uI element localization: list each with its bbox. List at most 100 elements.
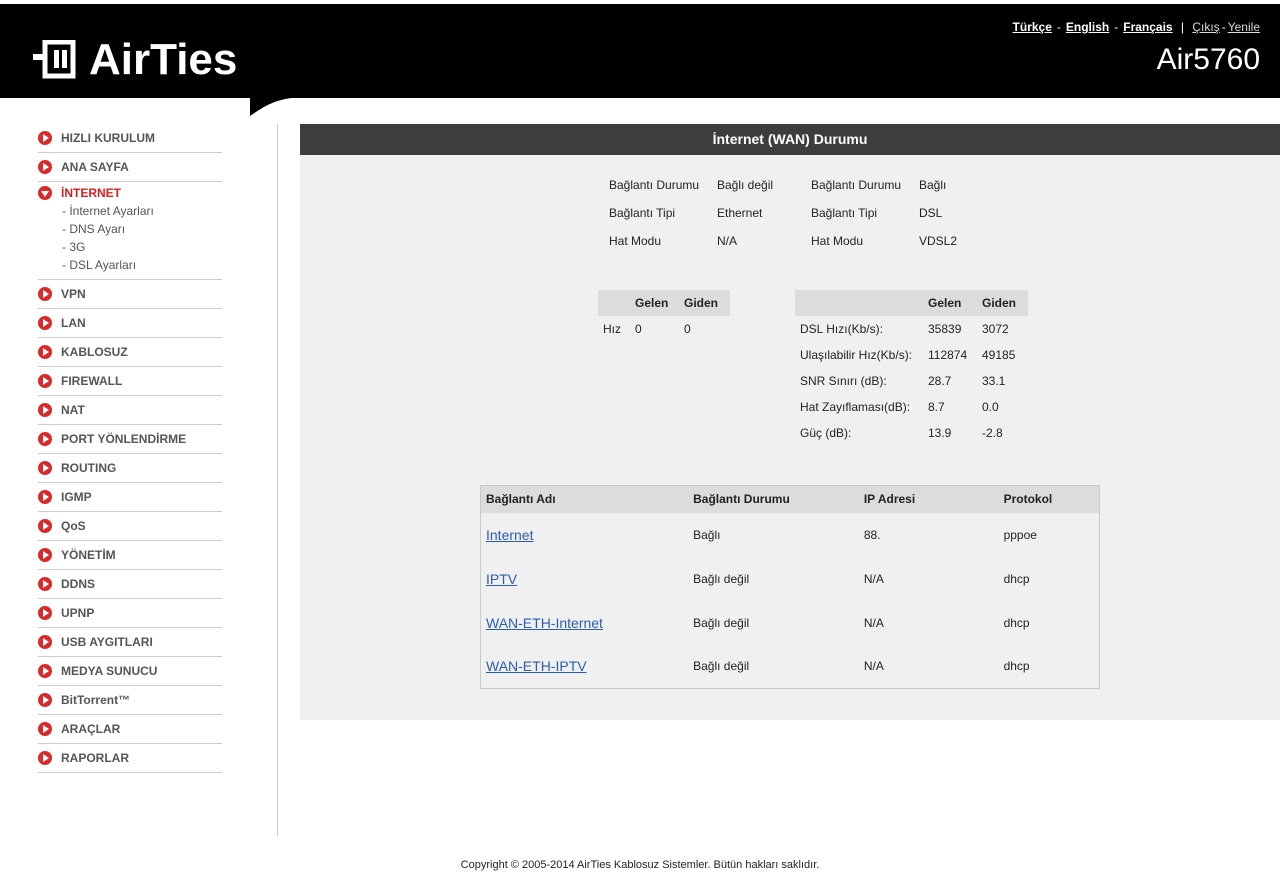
connection-row: WAN-ETH-IPTV Bağlı değil N/A dhcp: [481, 645, 1100, 689]
connection-link-iptv[interactable]: IPTV: [486, 571, 517, 587]
sidebar-item-label: BitTorrent™: [61, 693, 131, 707]
sidebar-item-usb-aygitlari[interactable]: USB AYGITLARI: [38, 628, 222, 657]
sidebar-item-nat[interactable]: NAT: [38, 396, 222, 425]
airties-logo[interactable]: AirTies: [33, 38, 237, 82]
status-row: Bağlantı Tipi Ethernet: [609, 200, 773, 226]
sidebar-item-label: LAN: [61, 316, 86, 330]
copyright-footer: Copyright © 2005-2014 AirTies Kablosuz S…: [460, 859, 820, 871]
chevron-right-circle-icon: [38, 316, 52, 330]
logout-link[interactable]: Çıkış: [1192, 20, 1219, 34]
sidebar-item-row: MEDYA SUNUCU: [38, 664, 157, 678]
sidebar-item-igmp[interactable]: IGMP: [38, 483, 222, 512]
sidebar-nav: HIZLI KURULUM ANA SAYFA İNTERNET - İnternet…: [38, 124, 222, 773]
column-header: Protokol: [998, 485, 1100, 513]
status-value: Bağlı: [919, 178, 947, 192]
sidebar-item-firewall[interactable]: FIREWALL: [38, 367, 222, 396]
chevron-right-circle-icon: [38, 722, 52, 736]
lang-english-link[interactable]: English: [1066, 20, 1109, 34]
refresh-link[interactable]: Yenile: [1228, 20, 1260, 34]
brand-name: AirTies: [89, 35, 238, 84]
sidebar-item-upnp[interactable]: UPNP: [38, 599, 222, 628]
language-bar: Türkçe - English - Français | Çıkış - Yenile: [1012, 20, 1260, 34]
column-header: Gelen: [630, 290, 679, 316]
status-label: Bağlantı Durumu: [811, 178, 902, 192]
status-value: Bağlı değil: [717, 178, 774, 192]
sidebar-item-label: QoS: [61, 519, 86, 533]
dsl-status-table: Bağlantı Durumu Bağlı Bağlantı Tipi DSL Hat …: [809, 170, 959, 256]
sidebar-item-row: ARAÇLAR: [38, 722, 120, 736]
status-label: Bağlantı Tipi: [811, 206, 878, 220]
sidebar-item-ddns[interactable]: DDNS: [38, 570, 222, 599]
sidebar-item-row: USB AYGITLARI: [38, 635, 153, 649]
sidebar-item-port-y-nlendi-rme[interactable]: PORT YÖNLENDİRME: [38, 425, 222, 454]
column-header: [795, 290, 923, 316]
table-cell: Bağlı: [693, 527, 721, 542]
sidebar-item-lan[interactable]: LAN: [38, 309, 222, 338]
sidebar-item-row: DDNS: [38, 577, 95, 591]
table-cell: 35839: [928, 322, 962, 336]
table-cell: dhcp: [1003, 615, 1030, 630]
sidebar-item-row: PORT YÖNLENDİRME: [38, 432, 186, 446]
lang-turkish-link[interactable]: Türkçe: [1013, 20, 1052, 34]
table-cell: 112874: [928, 348, 968, 362]
sidebar-subitem[interactable]: - 3G: [62, 238, 222, 256]
table-row: Ulaşılabilir Hız(Kb/s): 112874 49185: [795, 342, 1028, 368]
table-cell: Güç (dB):: [800, 426, 852, 440]
sidebar-item-label: RAPORLAR: [61, 751, 129, 765]
table-cell: WAN-ETH-Internet: [481, 601, 689, 645]
connection-link-wan-eth-internet[interactable]: WAN-ETH-Internet: [486, 615, 603, 631]
connection-link-internet[interactable]: Internet: [486, 527, 533, 543]
sidebar-item-i-nternet[interactable]: İNTERNET - İnternet Ayarları - DNS Ayarı - …: [38, 182, 222, 280]
table-header-row: Gelen Giden: [795, 290, 1028, 316]
table-cell: 8.7: [928, 400, 945, 414]
sidebar-item-qos[interactable]: QoS: [38, 512, 222, 541]
column-header: [598, 290, 630, 316]
table-cell: N/A: [863, 615, 884, 630]
table-cell: N/A: [863, 571, 884, 586]
connection-row: IPTV Bağlı değil N/A dhcp: [481, 557, 1100, 601]
sidebar-item-kablosuz[interactable]: KABLOSUZ: [38, 338, 222, 367]
chevron-right-circle-icon: [38, 577, 52, 591]
chevron-right-circle-icon: [38, 345, 52, 359]
column-header: Giden: [679, 290, 730, 316]
sidebar-item-routing[interactable]: ROUTING: [38, 454, 222, 483]
connection-row: WAN-ETH-Internet Bağlı değil N/A dhcp: [481, 601, 1100, 645]
connection-link-wan-eth-iptv[interactable]: WAN-ETH-IPTV: [486, 658, 587, 674]
chevron-right-circle-icon: [38, 432, 52, 446]
sidebar-item-ana-sayfa[interactable]: ANA SAYFA: [38, 153, 222, 182]
sidebar-item-medya-sunucu[interactable]: MEDYA SUNUCU: [38, 657, 222, 686]
sidebar-subitem[interactable]: - İnternet Ayarları: [62, 202, 222, 220]
sidebar-item-bittorrent[interactable]: BitTorrent™: [38, 686, 222, 715]
sidebar-subitem[interactable]: - DSL Ayarları: [62, 256, 222, 274]
table-cell: dhcp: [1003, 659, 1030, 674]
sidebar-item-row: ROUTING: [38, 461, 116, 475]
chevron-right-circle-icon: [38, 160, 52, 174]
chevron-right-circle-icon: [38, 606, 52, 620]
chevron-right-circle-icon: [38, 131, 52, 145]
sidebar-item-row: HIZLI KURULUM: [38, 131, 155, 145]
sidebar-item-vpn[interactable]: VPN: [38, 280, 222, 309]
page-title: İnternet (WAN) Durumu: [300, 124, 1280, 155]
sidebar-subitem[interactable]: - DNS Ayarı: [62, 220, 222, 238]
status-row: Bağlantı Durumu Bağlı değil: [609, 172, 773, 198]
chevron-right-circle-icon: [38, 287, 52, 301]
table-cell: Internet: [481, 513, 689, 557]
sidebar-item-label: MEDYA SUNUCU: [61, 664, 158, 678]
sidebar-item-y-neti-m[interactable]: YÖNETİM: [38, 541, 222, 570]
status-label: Hat Modu: [811, 234, 864, 248]
sidebar-item-ara-lar[interactable]: ARAÇLAR: [38, 715, 222, 744]
sidebar-item-hizli-kurulum[interactable]: HIZLI KURULUM: [38, 124, 222, 153]
status-label: Hat Modu: [609, 234, 662, 248]
table-cell: N/A: [863, 659, 884, 674]
table-cell: 28.7: [928, 374, 952, 388]
sidebar-item-label: HIZLI KURULUM: [61, 131, 155, 145]
sidebar-item-row: İNTERNET: [38, 186, 222, 200]
column-header: Bağlantı Adı: [480, 485, 689, 513]
sidebar-item-label: IGMP: [61, 490, 92, 504]
sidebar-item-row: NAT: [38, 403, 85, 417]
sidebar-item-raporlar[interactable]: RAPORLAR: [38, 744, 222, 773]
table-cell: WAN-ETH-IPTV: [481, 645, 689, 689]
lang-french-link[interactable]: Français: [1123, 20, 1172, 34]
chevron-right-circle-icon: [38, 635, 52, 649]
table-cell: 88.: [863, 527, 881, 542]
